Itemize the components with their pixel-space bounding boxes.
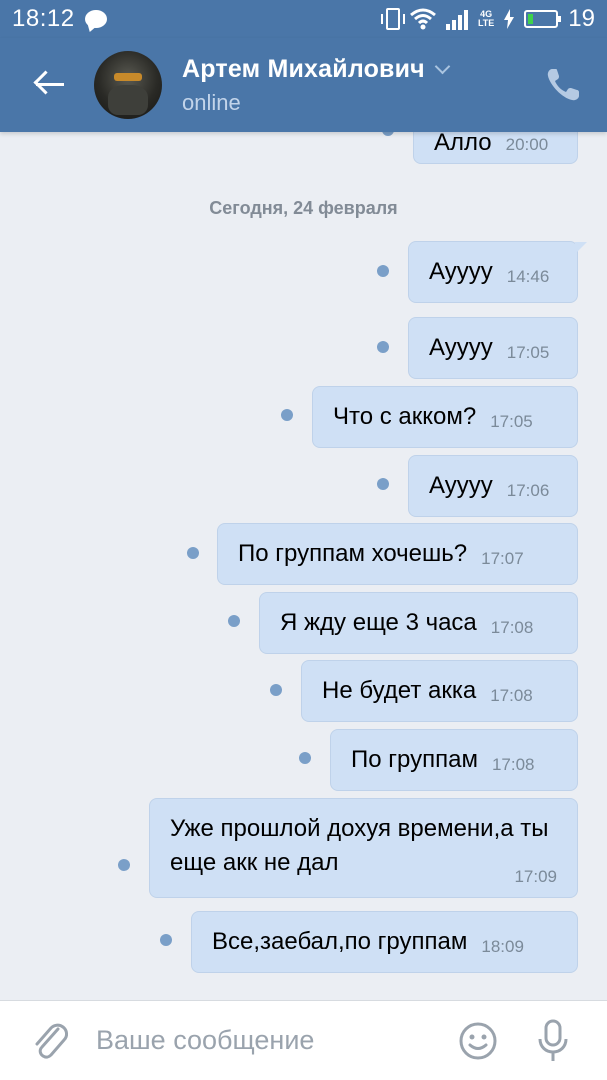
message-bubble[interactable]: Что с акком? 17:05: [312, 386, 578, 448]
unread-dot-icon: [228, 615, 240, 627]
message-time: 20:00: [505, 135, 549, 154]
unread-dot-icon: [377, 341, 389, 353]
message-text: Ауууу: [429, 472, 493, 499]
avatar[interactable]: [94, 51, 162, 119]
message-text: По группам хочешь?: [238, 540, 468, 567]
message-bubble[interactable]: Алло 20:00: [413, 132, 578, 164]
message-text: Алло: [434, 132, 492, 156]
date-separator: Сегодня, 24 февраля: [209, 198, 398, 218]
unread-dot-icon: [270, 684, 282, 696]
message-text: По группам: [351, 746, 478, 773]
contact-status: online: [182, 89, 241, 115]
message-time: 18:09: [481, 937, 524, 956]
chat-notification-icon: [84, 10, 107, 28]
message-text: Что с акком?: [333, 403, 477, 430]
unread-dot-icon: [382, 132, 394, 136]
message-bubble[interactable]: Ауууу 14:46: [408, 241, 587, 303]
message-text: Я жду еще 3 часа: [280, 609, 477, 636]
contact-name: Артем Михайлович: [182, 54, 425, 83]
network-lte-label: LTE: [477, 18, 495, 28]
wifi-icon: [409, 8, 436, 30]
bubble-tail: [575, 242, 587, 254]
message-text: Уже прошлой дохуя времени,а ты еще акк н…: [170, 815, 549, 876]
status-time: 18:12: [12, 5, 75, 32]
unread-dot-icon: [281, 409, 293, 421]
message-text: Ауууу: [429, 258, 493, 285]
status-icons: 4G LTE 19: [380, 5, 595, 33]
signal-icon: [445, 8, 468, 30]
unread-dot-icon: [160, 934, 172, 946]
back-button[interactable]: [14, 38, 84, 132]
message-list[interactable]: Алло 20:00 Сегодня, 24 февраля Ауууу 14:…: [0, 132, 607, 1000]
contact-info[interactable]: Артем Михайлович online: [182, 54, 451, 116]
message-time: 17:07: [481, 549, 524, 568]
charging-bolt-icon: [504, 9, 515, 29]
vibrate-icon: [380, 8, 405, 30]
message-time: 17:05: [490, 412, 533, 431]
message-text: Не будет акка: [322, 677, 477, 704]
message-text: Ауууу: [429, 334, 493, 361]
message-time: 14:46: [506, 267, 550, 286]
contact-name-row: Артем Михайлович: [182, 54, 451, 84]
message-time: 17:06: [506, 481, 550, 500]
phone-icon[interactable]: [543, 65, 583, 105]
battery-icon: [524, 10, 562, 28]
unread-dot-icon: [187, 547, 199, 559]
microphone-icon[interactable]: [536, 1019, 570, 1063]
unread-dot-icon: [377, 478, 389, 490]
message-input[interactable]: [96, 1025, 436, 1056]
chat-header: Артем Михайлович online: [0, 38, 607, 132]
composer: [0, 1000, 607, 1080]
message-bubble[interactable]: Не будет акка 17:08: [301, 660, 578, 722]
status-bar: 18:12 4G LTE 19: [0, 0, 607, 38]
message-bubble[interactable]: По группам 17:08: [330, 729, 578, 791]
unread-dot-icon: [377, 265, 389, 277]
message-time: 17:08: [490, 686, 533, 705]
message-bubble[interactable]: Уже прошлой дохуя времени,а ты еще акк н…: [149, 798, 578, 898]
chevron-down-icon: [434, 58, 451, 74]
unread-dot-icon: [118, 859, 130, 871]
smiley-icon[interactable]: [458, 1021, 498, 1061]
arrow-left-icon-head: [33, 70, 58, 95]
message-time: 17:08: [490, 618, 534, 637]
message-bubble[interactable]: Ауууу 17:05: [408, 317, 578, 379]
message-bubble[interactable]: Я жду еще 3 часа 17:08: [259, 592, 578, 654]
message-time: 17:05: [506, 343, 550, 362]
battery-level: 19: [568, 5, 595, 32]
message-bubble[interactable]: Ауууу 17:06: [408, 455, 578, 517]
message-time: 17:08: [491, 755, 535, 774]
unread-dot-icon: [299, 752, 311, 764]
message-time: 17:09: [514, 867, 557, 886]
message-bubble[interactable]: По группам хочешь? 17:07: [217, 523, 578, 585]
message-bubble[interactable]: Все,заебал,по группам 18:09: [191, 911, 578, 973]
message-text: Все,заебал,по группам: [212, 928, 468, 955]
paperclip-icon[interactable]: [30, 1019, 70, 1063]
network-type-label: 4G LTE: [478, 10, 494, 28]
